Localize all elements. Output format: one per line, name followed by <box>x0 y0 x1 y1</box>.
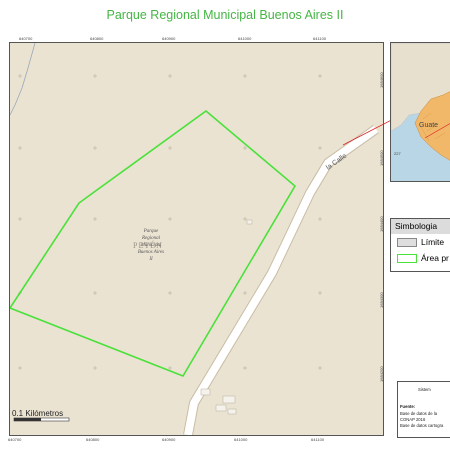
green-outline-swatch-icon <box>397 254 417 263</box>
inset-coord-label: 227 <box>394 151 401 156</box>
legend-item-label: Límite <box>421 237 445 247</box>
inset-region-label: Guate <box>419 122 438 129</box>
info-heading: Sistem <box>418 387 431 392</box>
legend-title: Simbologia <box>391 219 450 234</box>
gray-fill-swatch-icon <box>397 238 417 247</box>
info-line: Base de datos de la <box>400 411 438 416</box>
legend: Simbologia Límite Área pr <box>390 218 450 272</box>
leader-line-layer <box>342 94 441 146</box>
info-box: Sistem Fuente: Base de datos de la CONAP… <box>397 381 450 438</box>
legend-item-label: Área pr <box>421 253 449 263</box>
inset-map-graphic: Guate 227 <box>391 43 450 181</box>
inset-map[interactable]: Guate 227 <box>390 42 450 182</box>
info-line: CONAP 2016 <box>400 417 426 422</box>
info-source-title: Fuente: <box>400 404 416 409</box>
info-line: Base de datos cartogra <box>400 423 444 428</box>
